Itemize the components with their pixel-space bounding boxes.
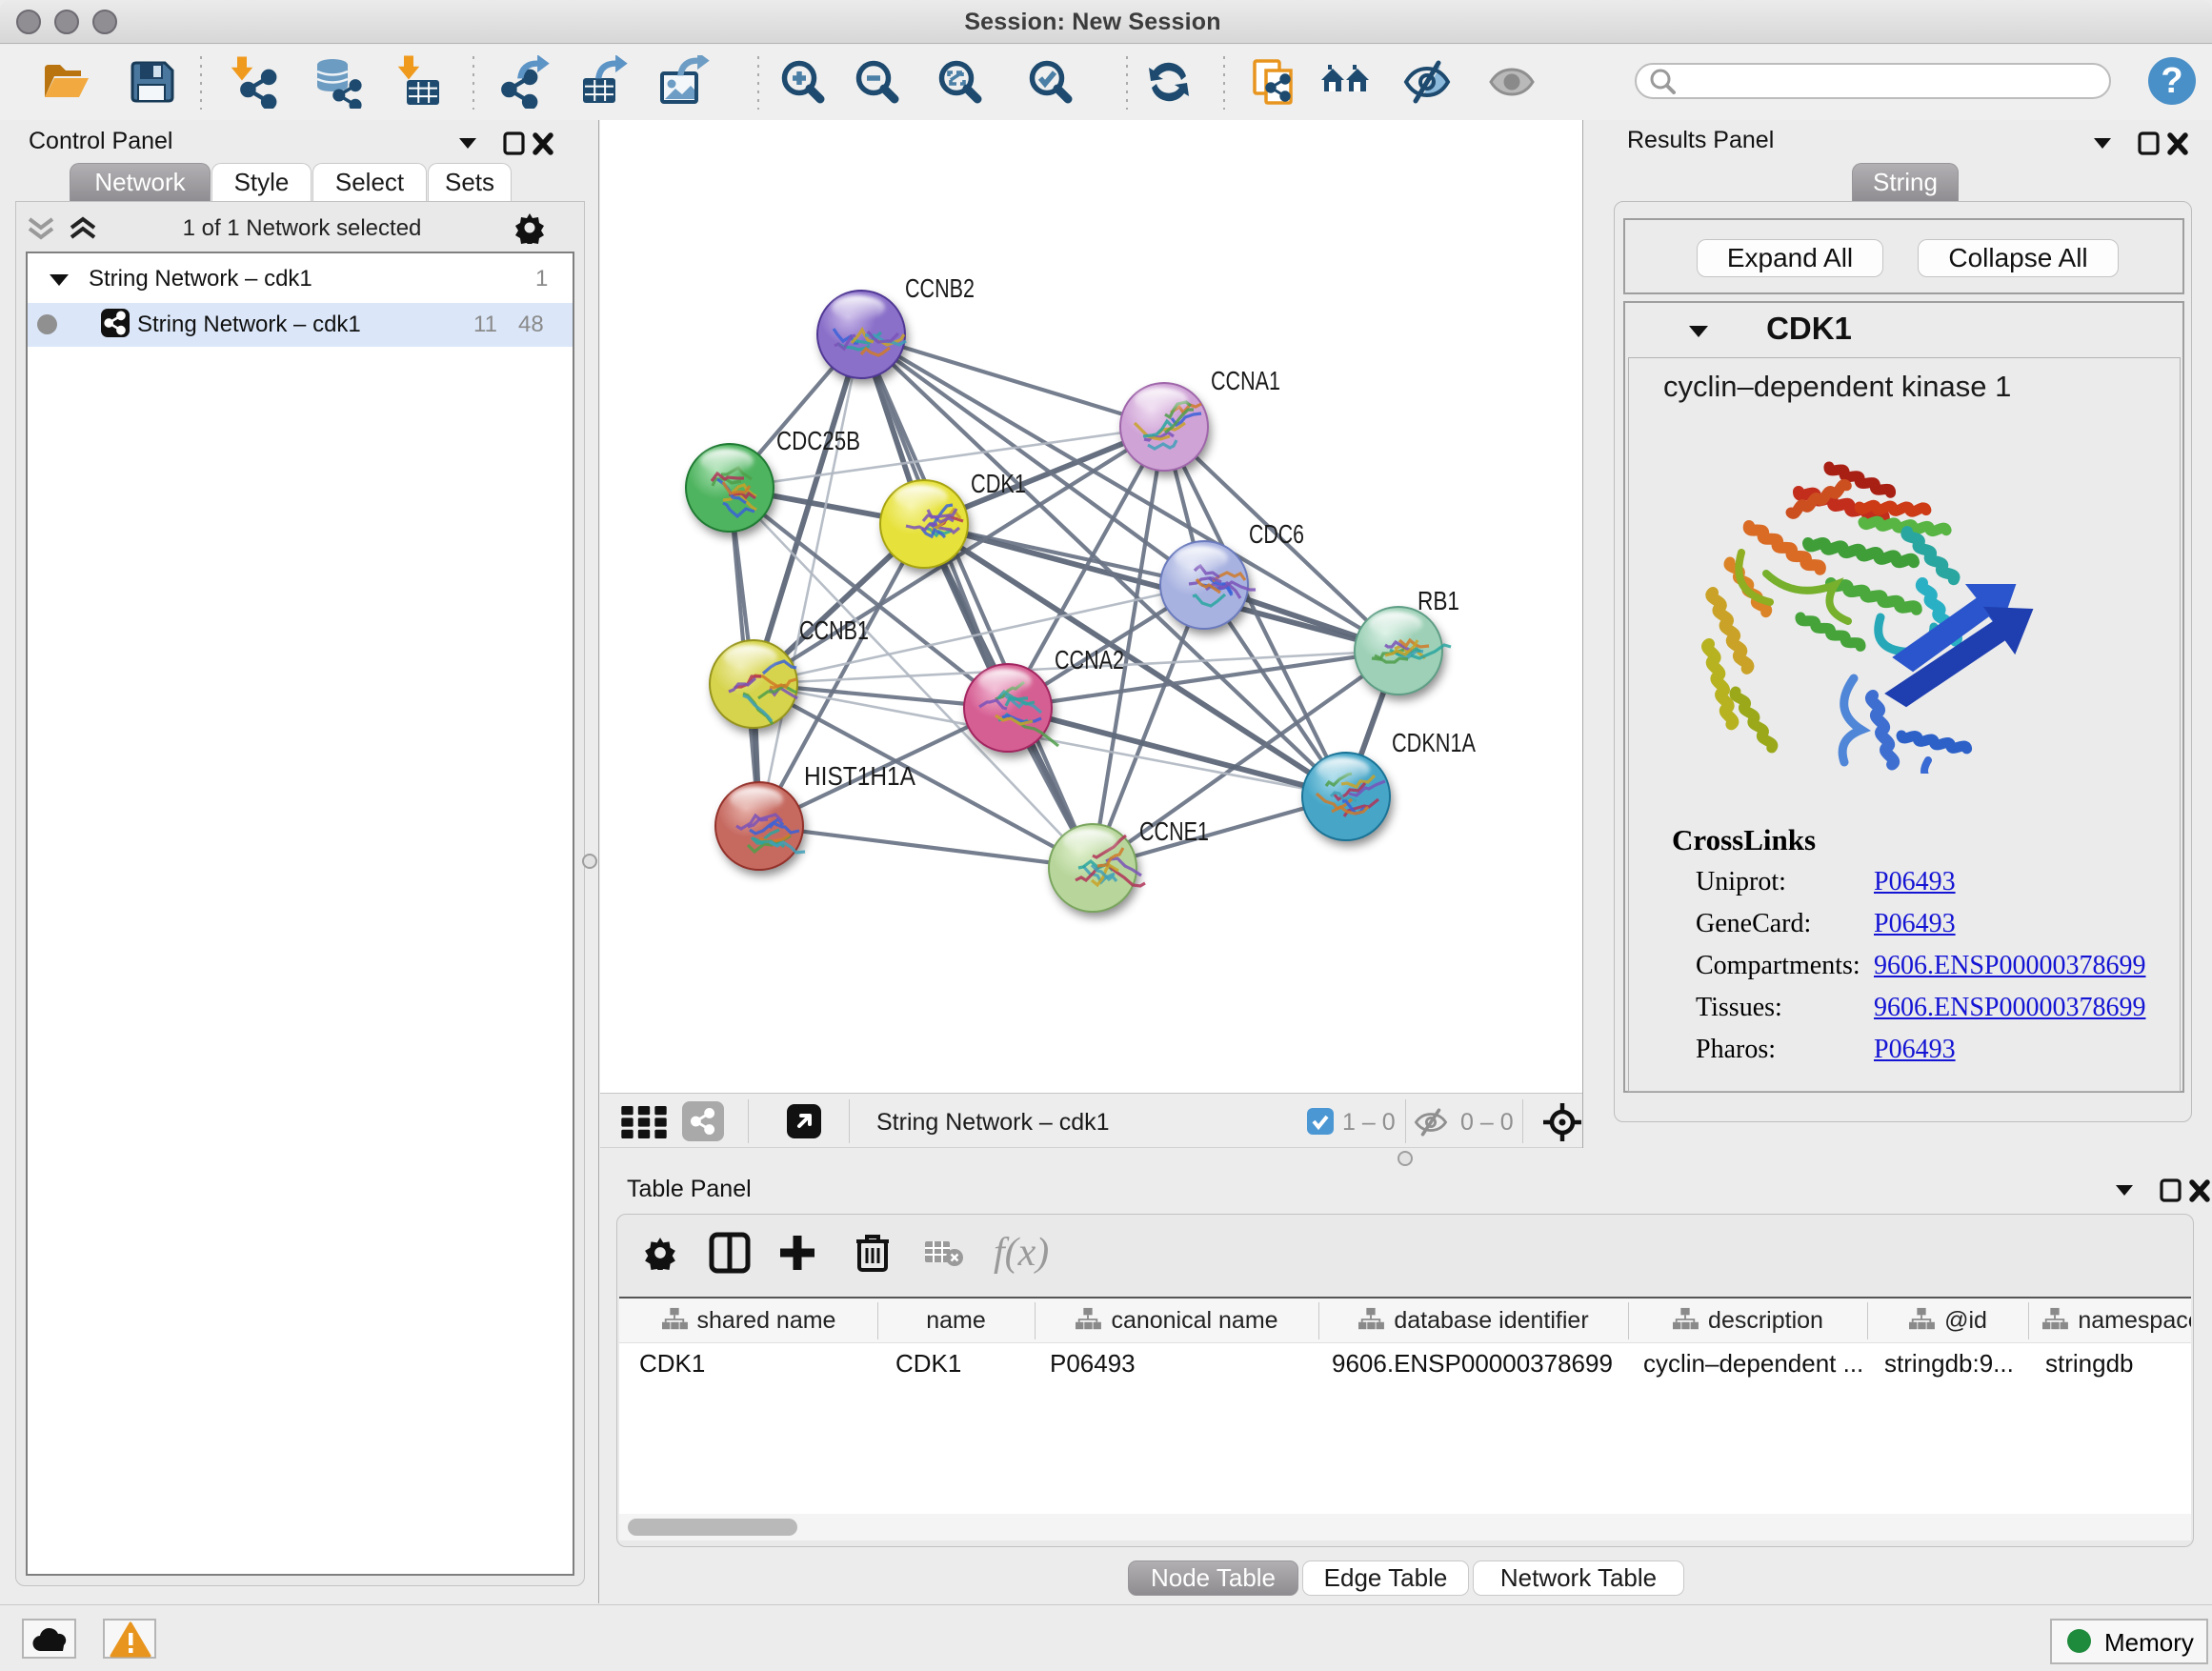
svg-text:CDC6: CDC6 bbox=[1249, 519, 1304, 549]
svg-text:CCNA1: CCNA1 bbox=[1211, 366, 1280, 395]
svg-text:RB1: RB1 bbox=[1418, 586, 1459, 615]
svg-text:CDK1: CDK1 bbox=[971, 469, 1026, 498]
svg-text:HIST1H1A: HIST1H1A bbox=[804, 761, 915, 791]
svg-text:CCNB1: CCNB1 bbox=[799, 615, 869, 645]
svg-text:CDKN1A: CDKN1A bbox=[1392, 728, 1476, 757]
svg-text:CCNE1: CCNE1 bbox=[1139, 816, 1209, 846]
svg-text:CCNA2: CCNA2 bbox=[1055, 645, 1124, 674]
svg-text:CDC25B: CDC25B bbox=[776, 426, 860, 455]
svg-text:CCNB2: CCNB2 bbox=[905, 273, 975, 303]
